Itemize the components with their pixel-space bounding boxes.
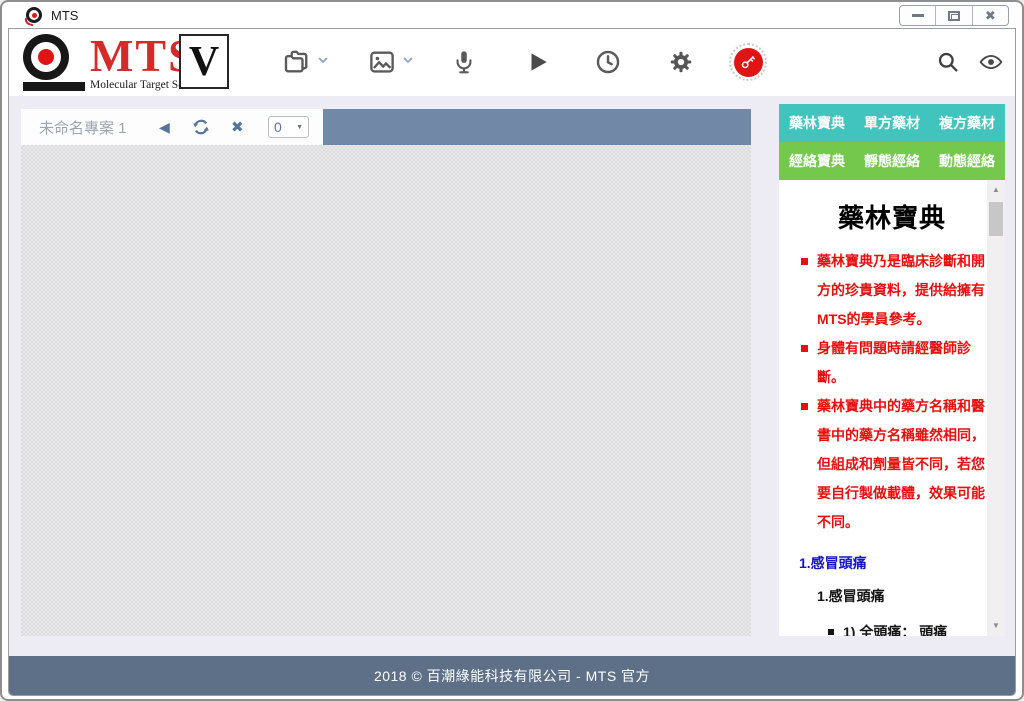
microphone-icon bbox=[450, 48, 478, 76]
window-controls: ✖ bbox=[899, 5, 1009, 26]
nav-static-meridian[interactable]: 靜態經絡 bbox=[864, 151, 920, 171]
image-icon bbox=[367, 47, 397, 77]
app-window: MTS ✖ MTS Molecular Target Software V bbox=[0, 0, 1024, 701]
minimize-icon bbox=[912, 14, 924, 17]
footer: 2018 © 百潮綠能科技有限公司 - MTS 官方 bbox=[9, 656, 1015, 695]
key-icon bbox=[738, 52, 758, 72]
note-item: 藥林寶典中的藥方名稱和醫書中的藥方名稱雖然相同，但組成和劑量皆不同，若您要自行製… bbox=[817, 392, 985, 537]
project-title: 未命名專案 1 bbox=[39, 109, 127, 145]
minimize-button[interactable] bbox=[900, 6, 935, 25]
folder-icon bbox=[282, 47, 312, 77]
scroll-up-icon[interactable]: ▲ bbox=[987, 185, 1005, 195]
main-area: 未命名專案 1 ◀ ✖ bbox=[9, 96, 1015, 656]
nav-row-meridian: 經絡寶典 靜態經絡 動態經絡 bbox=[779, 142, 1005, 180]
section-heading: 1.感冒頭痛 bbox=[817, 586, 985, 606]
refresh-icon[interactable] bbox=[191, 117, 211, 137]
article-panel: 藥林寶典 藥林寶典乃是臨床診斷和開方的珍貴資料，提供給擁有MTS的學員參考。 身… bbox=[779, 180, 1005, 636]
article-notes: 藥林寶典乃是臨床診斷和開方的珍貴資料，提供給擁有MTS的學員參考。 身體有問題時… bbox=[799, 247, 985, 537]
entry-item: 1) 全頭痛： 頭痛方 左 bbox=[843, 619, 961, 636]
version-badge: V bbox=[179, 34, 229, 89]
history-button[interactable] bbox=[592, 46, 624, 78]
gear-icon bbox=[667, 48, 695, 76]
close-button[interactable]: ✖ bbox=[972, 6, 1008, 25]
open-project-button[interactable] bbox=[281, 46, 313, 78]
license-key-button[interactable] bbox=[729, 43, 767, 81]
play-button[interactable] bbox=[522, 46, 554, 78]
maximize-icon bbox=[948, 11, 960, 21]
reference-panel: 藥林寶典 單方藥材 複方藥材 經絡寶典 靜態經絡 動態經絡 藥林寶典 藥林寶典乃… bbox=[779, 104, 1005, 636]
chevron-down-icon bbox=[403, 57, 413, 64]
app-logo-icon bbox=[26, 7, 42, 23]
nav-single-herbs[interactable]: 單方藥材 bbox=[864, 113, 920, 133]
scroll-down-icon[interactable]: ▼ bbox=[987, 621, 1005, 631]
nav-row-materia: 藥林寶典 單方藥材 複方藥材 bbox=[779, 104, 1005, 142]
clear-icon[interactable]: ✖ bbox=[231, 109, 244, 145]
settings-button[interactable] bbox=[665, 46, 697, 78]
scrollbar[interactable]: ▲ ▼ bbox=[987, 180, 1005, 636]
nav-compound-herbs[interactable]: 複方藥材 bbox=[939, 113, 995, 133]
nav-dynamic-meridian[interactable]: 動態經絡 bbox=[939, 151, 995, 171]
search-icon bbox=[936, 50, 960, 74]
clock-icon bbox=[594, 48, 622, 76]
titlebar: MTS bbox=[2, 2, 1022, 28]
maximize-button[interactable] bbox=[935, 6, 971, 25]
bullseye-icon bbox=[23, 34, 87, 91]
record-audio-button[interactable] bbox=[448, 46, 480, 78]
entry-text: 1) 全頭痛： 頭痛方 bbox=[843, 624, 947, 636]
search-button[interactable] bbox=[932, 46, 964, 78]
counter-value: 0 bbox=[274, 119, 282, 135]
counter-dropdown[interactable]: 0 ▼ bbox=[268, 116, 309, 138]
project-header-bar bbox=[323, 109, 751, 145]
insert-image-button[interactable] bbox=[366, 46, 398, 78]
back-icon[interactable]: ◀ bbox=[159, 109, 170, 145]
open-project-dropdown[interactable] bbox=[318, 57, 328, 64]
article-title: 藥林寶典 bbox=[799, 198, 985, 235]
toolbar: MTS Molecular Target Software V bbox=[9, 29, 1015, 96]
insert-image-dropdown[interactable] bbox=[403, 57, 413, 64]
copyright-text: 2018 © 百潮綠能科技有限公司 - MTS 官方 bbox=[374, 666, 650, 686]
app-frame: MTS Molecular Target Software V bbox=[8, 28, 1016, 696]
project-header: 未命名專案 1 ◀ ✖ bbox=[21, 109, 751, 145]
section-link[interactable]: 1.感冒頭痛 bbox=[799, 553, 985, 573]
project-canvas[interactable] bbox=[21, 145, 751, 636]
play-icon bbox=[525, 49, 551, 75]
nav-jingluo-baodian[interactable]: 經絡寶典 bbox=[789, 151, 845, 171]
eye-icon bbox=[978, 49, 1004, 75]
close-icon: ✖ bbox=[985, 9, 996, 22]
chevron-down-icon bbox=[318, 57, 328, 64]
scrollbar-thumb[interactable] bbox=[989, 202, 1003, 236]
note-item: 藥林寶典乃是臨床診斷和開方的珍貴資料，提供給擁有MTS的學員參考。 bbox=[817, 247, 985, 334]
note-item: 身體有問題時請經醫師診斷。 bbox=[817, 334, 985, 392]
dropdown-arrow-icon: ▼ bbox=[296, 124, 303, 131]
preview-button[interactable] bbox=[975, 46, 1007, 78]
nav-yaolin-baodian[interactable]: 藥林寶典 bbox=[789, 113, 845, 133]
project-panel: 未命名專案 1 ◀ ✖ bbox=[21, 109, 751, 636]
window-title: MTS bbox=[51, 8, 78, 23]
